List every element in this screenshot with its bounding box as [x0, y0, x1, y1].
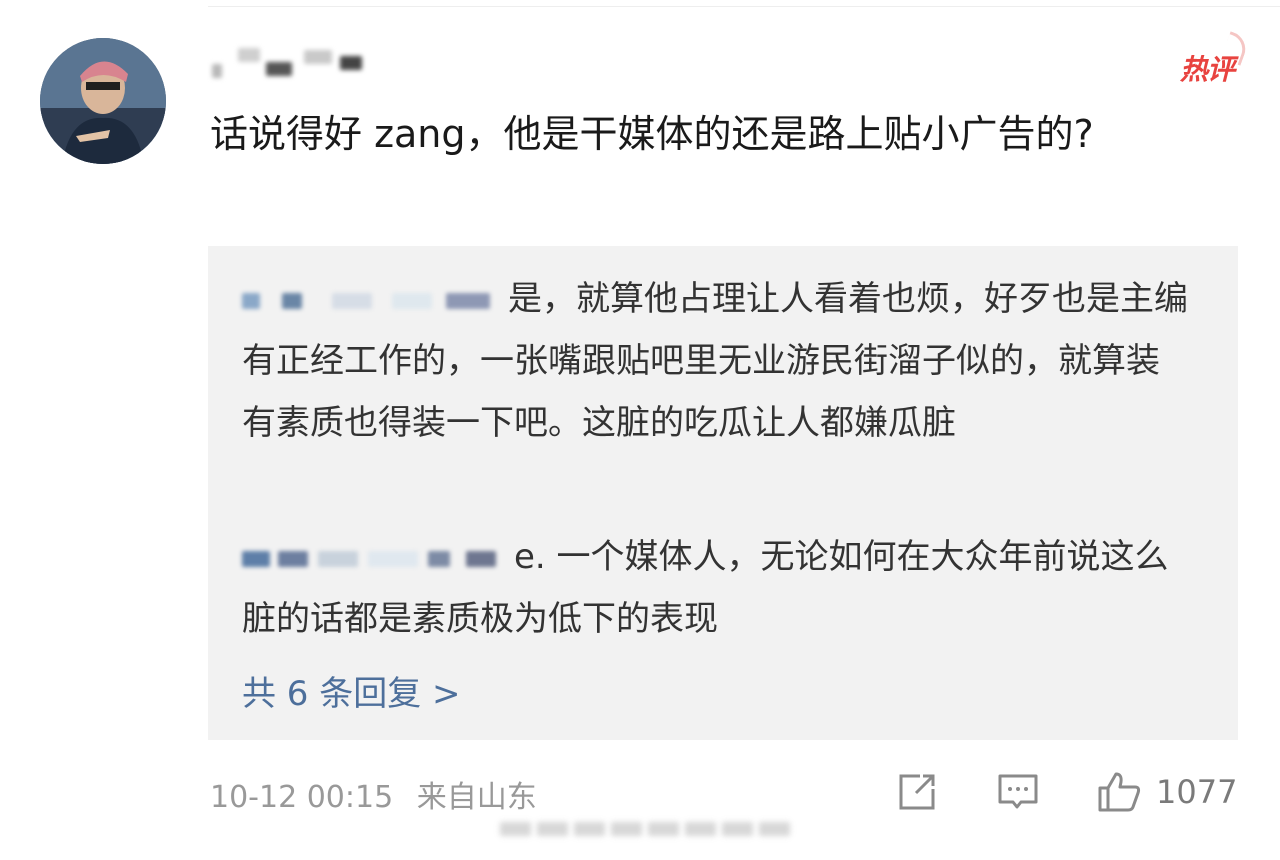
- more-replies-link[interactable]: 共 6 条回复 >: [242, 666, 461, 715]
- reply-item: 是，就算他占理让人看着也烦，好歹也是主编有正经工作的，一张嘴跟贴吧里无业游民街溜…: [242, 268, 1192, 454]
- hot-comment-card: 热评 话说得好 zang，他是干媒体的还是路上贴小广告的? 是，就算他占理让人看…: [0, 0, 1280, 860]
- reply-username-blurred[interactable]: [242, 539, 500, 579]
- like-count: 1077: [1156, 773, 1238, 811]
- like-button[interactable]: 1077: [1096, 770, 1237, 814]
- top-divider: [208, 6, 1280, 7]
- timestamp: 10-12 00:15: [210, 780, 394, 815]
- comment-button[interactable]: [996, 770, 1040, 814]
- reply-box[interactable]: 是，就算他占理让人看着也烦，好歹也是主编有正经工作的，一张嘴跟贴吧里无业游民街溜…: [208, 246, 1238, 740]
- bottom-watermark-blurred: [500, 822, 790, 842]
- avatar[interactable]: [40, 38, 166, 164]
- comment-text: 话说得好 zang，他是干媒体的还是路上贴小广告的?: [210, 112, 1094, 156]
- avatar-photo: [40, 38, 166, 164]
- username-blurred[interactable]: [212, 44, 372, 84]
- hot-comment-badge: 热评: [1180, 48, 1235, 88]
- share-icon: [899, 774, 935, 810]
- location: 来自山东: [416, 780, 537, 815]
- comment-meta: 10-12 00:15 来自山东: [210, 772, 537, 816]
- reply-username-blurred[interactable]: [242, 281, 494, 321]
- reply-item: e. 一个媒体人，无论如何在大众年前说这么脏的话都是素质极为低下的表现: [242, 526, 1192, 650]
- share-button[interactable]: [896, 770, 938, 814]
- thumbs-up-icon: [1098, 772, 1141, 812]
- comment-icon: [998, 774, 1038, 809]
